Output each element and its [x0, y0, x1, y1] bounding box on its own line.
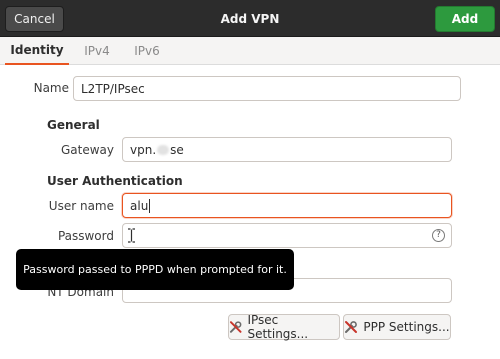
username-label: User name: [48, 199, 114, 213]
tab-ipv6[interactable]: IPv6: [124, 37, 170, 65]
tab-bar: Identity IPv4 IPv6: [0, 37, 500, 65]
name-label: Name: [33, 81, 69, 95]
ibeam-cursor-icon: [128, 228, 135, 243]
help-icon[interactable]: ?: [432, 229, 445, 242]
tab-identity[interactable]: Identity: [5, 37, 69, 65]
password-input[interactable]: ?: [122, 223, 452, 248]
general-section-title: General: [47, 118, 100, 132]
cancel-button[interactable]: Cancel: [5, 6, 64, 32]
redacted-text: [157, 144, 170, 155]
dialog-title: Add VPN: [220, 11, 280, 26]
header-bar: Cancel Add VPN Add: [0, 0, 500, 37]
tab-ipv4[interactable]: IPv4: [74, 37, 120, 65]
wrench-screwdriver-icon: [345, 321, 358, 333]
user-auth-section-title: User Authentication: [47, 174, 183, 188]
ppp-settings-label: PPP Settings...: [363, 320, 450, 334]
password-tooltip: Password passed to PPPD when prompted fo…: [16, 249, 294, 290]
ipsec-settings-button[interactable]: IPsec Settings...: [228, 313, 340, 341]
ipsec-settings-label: IPsec Settings...: [247, 313, 309, 341]
wrench-screwdriver-icon: [229, 321, 242, 333]
password-label: Password: [57, 229, 114, 243]
ppp-settings-button[interactable]: PPP Settings...: [343, 314, 451, 340]
tooltip-text: Password passed to PPPD when prompted fo…: [23, 263, 287, 276]
text-caret: [149, 198, 151, 213]
username-value: alu: [130, 198, 149, 213]
name-input[interactable]: L2TP/IPsec: [73, 76, 461, 101]
add-button[interactable]: Add: [435, 6, 495, 32]
gateway-label: Gateway: [60, 143, 114, 157]
gateway-input[interactable]: vpn. se: [122, 137, 452, 162]
gateway-value-prefix: vpn.: [130, 142, 157, 157]
name-value: L2TP/IPsec: [81, 81, 145, 96]
username-input[interactable]: alu: [122, 193, 452, 218]
gateway-value-suffix: se: [170, 142, 184, 157]
